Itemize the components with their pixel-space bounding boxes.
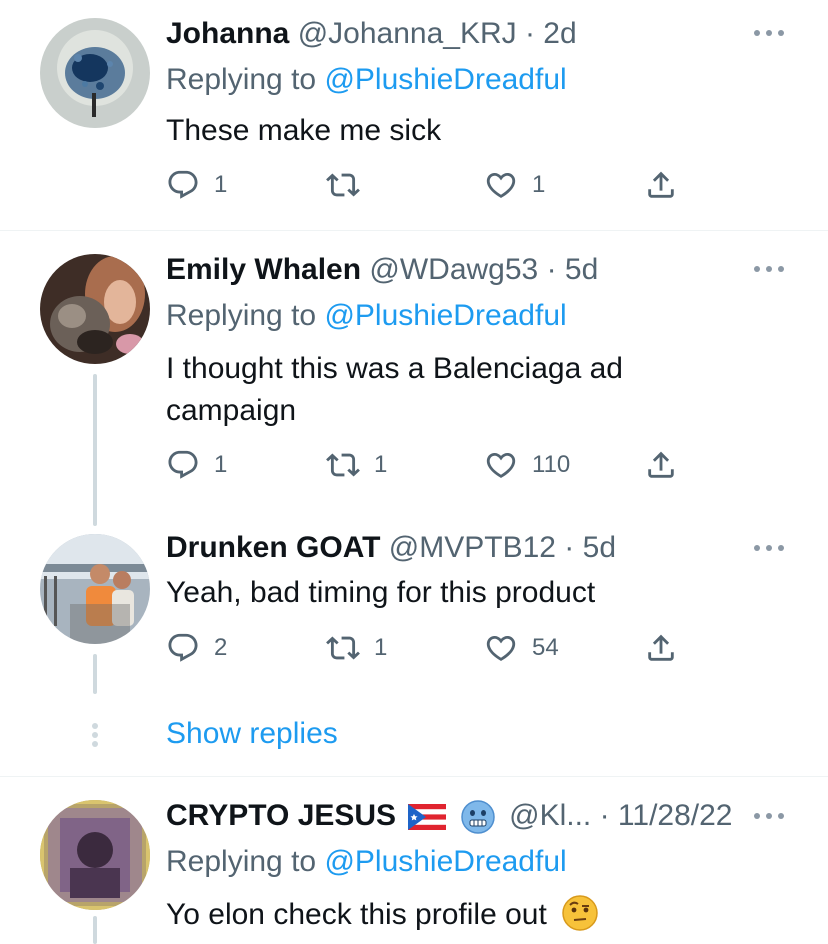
tweet-text: Yeah, bad timing for this product — [166, 576, 596, 609]
reply-icon — [166, 631, 200, 665]
replying-to: Replying to @PlushieDreadful — [166, 844, 567, 880]
tweet-header: Drunken GOAT @MVPTB12 · 5d — [166, 530, 616, 566]
reply-count: 1 — [214, 171, 228, 198]
like-count: 54 — [532, 634, 559, 661]
more-icon[interactable] — [752, 262, 786, 276]
timestamp[interactable]: 5d — [583, 531, 616, 564]
retweet-button[interactable]: 1 — [326, 630, 387, 666]
timestamp[interactable]: 11/28/22 — [618, 799, 733, 832]
tweet-header: CRYPTO JESUS @Kl... · 11/28/22 — [166, 798, 732, 834]
replying-prefix: Replying to — [166, 63, 325, 96]
share-icon — [644, 631, 678, 665]
mention-link[interactable]: @PlushieDreadful — [324, 299, 566, 332]
tweet-text: These make me sick — [166, 114, 442, 147]
avatar[interactable] — [40, 254, 150, 364]
display-name[interactable]: Johanna — [166, 17, 289, 50]
separator: · — [538, 253, 565, 286]
user-handle[interactable]: @Kl... — [509, 799, 591, 832]
tweet-crypto-jesus[interactable]: CRYPTO JESUS @Kl... · 11/28/22 Replying … — [0, 0, 828, 931]
retweet-icon — [326, 631, 360, 665]
share-button[interactable] — [644, 447, 678, 483]
retweet-icon — [326, 168, 360, 202]
display-name[interactable]: Drunken GOAT — [166, 531, 380, 564]
tweet-text: I thought this was a Balenciaga ad campa… — [166, 352, 623, 427]
separator: · — [555, 531, 583, 564]
tweet-johanna[interactable]: Johanna @Johanna_KRJ · 2d Replying to @P… — [0, 0, 828, 230]
replying-prefix: Replying to — [166, 845, 325, 878]
timestamp[interactable]: 5d — [565, 253, 598, 286]
reply-icon — [166, 168, 200, 202]
action-bar: 1 1 — [166, 167, 686, 203]
replying-to: Replying to @PlushieDreadful — [166, 298, 567, 334]
cold-face-icon — [461, 800, 495, 834]
more-icon[interactable] — [752, 809, 786, 823]
retweet-count: 1 — [374, 451, 388, 478]
timestamp[interactable]: 2d — [543, 17, 576, 50]
user-handle[interactable]: @Johanna_KRJ — [298, 17, 517, 50]
action-bar: 1 1 110 — [166, 447, 686, 483]
vertical-dots-icon — [92, 723, 98, 747]
reply-count: 2 — [214, 634, 228, 661]
share-button[interactable] — [644, 630, 678, 666]
like-count: 110 — [532, 451, 571, 478]
share-icon — [644, 448, 678, 482]
tweet-text: Yo elon check this profile out — [166, 894, 726, 936]
reply-count: 1 — [214, 451, 228, 478]
like-count: 1 — [532, 171, 546, 198]
puerto-rico-flag-icon — [408, 804, 447, 831]
divider — [0, 230, 828, 231]
heart-icon — [484, 448, 518, 482]
avatar[interactable] — [40, 534, 150, 644]
separator: · — [591, 799, 618, 832]
tweet-header: Johanna @Johanna_KRJ · 2d — [166, 16, 577, 52]
thread-line — [93, 374, 97, 526]
heart-icon — [484, 168, 518, 202]
action-bar: 2 1 54 — [166, 630, 686, 666]
heart-icon — [484, 631, 518, 665]
like-button[interactable]: 54 — [484, 630, 559, 666]
avatar[interactable] — [40, 800, 150, 910]
more-icon[interactable] — [752, 26, 786, 40]
separator: · — [516, 17, 544, 50]
user-handle[interactable]: @WDawg53 — [369, 253, 538, 286]
retweet-button[interactable]: 1 — [326, 447, 387, 483]
reply-icon — [166, 448, 200, 482]
like-button[interactable]: 1 — [484, 167, 545, 203]
share-icon — [644, 168, 678, 202]
like-button[interactable]: 110 — [484, 447, 570, 483]
share-button[interactable] — [644, 167, 678, 203]
avatar[interactable] — [40, 18, 150, 128]
replying-to: Replying to @PlushieDreadful — [166, 62, 567, 98]
mention-link[interactable]: @PlushieDreadful — [324, 63, 566, 96]
display-name[interactable]: CRYPTO JESUS — [166, 799, 396, 832]
raised-eyebrow-face-icon — [562, 895, 598, 931]
tweet-text-content: Yo elon check this profile out — [166, 898, 547, 931]
reply-button[interactable]: 1 — [166, 167, 227, 203]
reply-button[interactable]: 1 — [166, 447, 227, 483]
replying-prefix: Replying to — [166, 299, 325, 332]
display-name[interactable]: Emily Whalen — [166, 253, 361, 286]
retweet-button[interactable] — [326, 167, 374, 203]
reply-button[interactable]: 2 — [166, 630, 227, 666]
mention-link[interactable]: @PlushieDreadful — [324, 845, 566, 878]
more-icon[interactable] — [752, 541, 786, 555]
retweet-count: 1 — [374, 634, 388, 661]
tweet-header: Emily Whalen @WDawg53 · 5d — [166, 252, 598, 288]
thread-line — [93, 654, 97, 694]
user-handle[interactable]: @MVPTB12 — [389, 531, 556, 564]
thread-line — [93, 916, 97, 944]
retweet-icon — [326, 448, 360, 482]
show-replies-link[interactable]: Show replies — [166, 716, 338, 752]
divider — [0, 776, 828, 777]
